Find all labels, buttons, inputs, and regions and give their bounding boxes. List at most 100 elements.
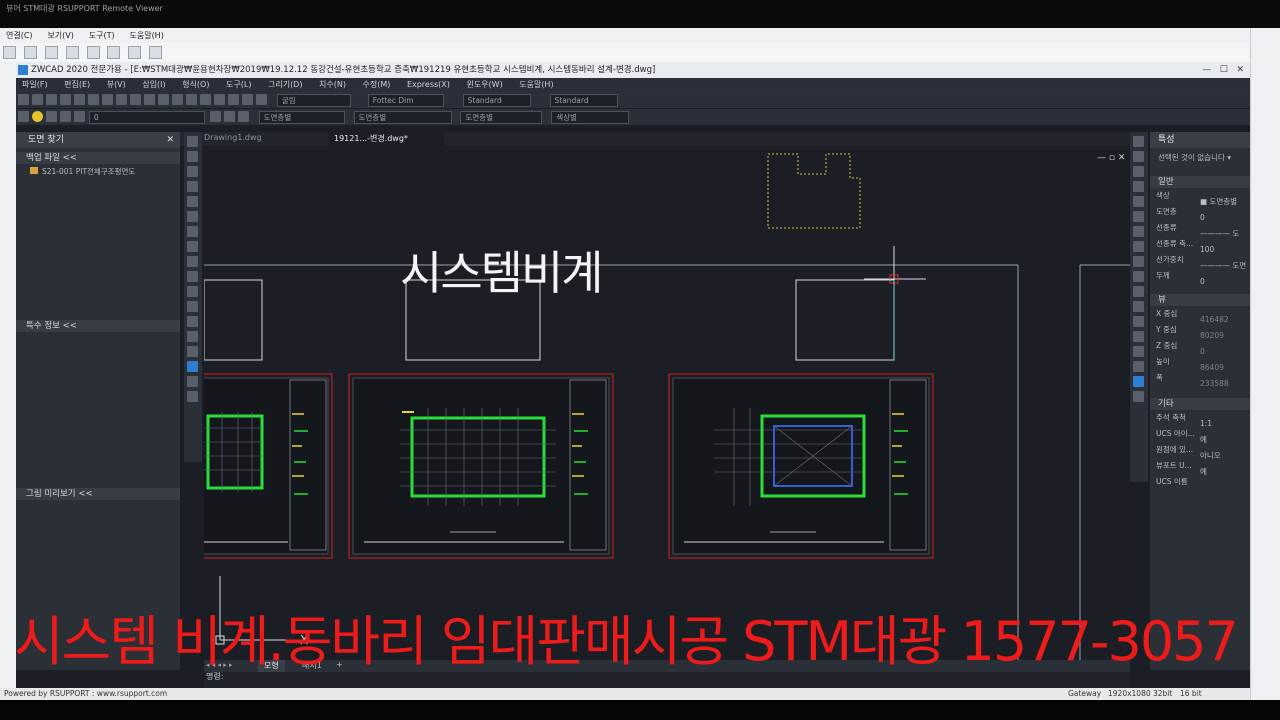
lineweight-combo[interactable]: 도면층별 (460, 111, 543, 124)
dim-style-combo[interactable]: Fottec Dim (367, 94, 444, 107)
prop-row[interactable]: X 중심416482 (1150, 306, 1250, 324)
table-icon[interactable] (187, 376, 198, 387)
design-center-icon[interactable] (228, 94, 239, 105)
settings-icon[interactable] (149, 46, 163, 59)
join-icon[interactable] (1133, 316, 1144, 327)
zoom-prev-icon[interactable] (200, 94, 211, 105)
tab-drawing1[interactable]: Drawing1.dwg (204, 133, 262, 142)
redo-icon[interactable] (144, 94, 155, 105)
extend-icon[interactable] (1133, 286, 1144, 297)
menu-format[interactable]: 형식(O) (182, 78, 209, 92)
prop-row[interactable]: 주석 축척1:1 (1150, 410, 1250, 428)
polyline-icon[interactable] (187, 166, 198, 177)
open-file-icon[interactable] (32, 94, 43, 105)
point-icon[interactable] (187, 331, 198, 342)
backup-files-section[interactable]: 백업 파일 << (16, 152, 180, 164)
capture-icon[interactable] (86, 46, 100, 59)
prop-row[interactable]: 도면층0 (1150, 204, 1250, 222)
chamfer-icon[interactable] (1133, 331, 1144, 342)
layer-freeze-icon[interactable] (46, 111, 57, 122)
preview-section[interactable]: 그림 미리보기 << (16, 488, 180, 500)
match-props-icon[interactable] (116, 94, 127, 105)
circle-icon[interactable] (187, 226, 198, 237)
cut-icon[interactable] (74, 94, 85, 105)
polygon-icon[interactable] (187, 181, 198, 192)
prop-row[interactable]: UCS 이름 (1150, 474, 1250, 490)
pointer-tool-icon[interactable] (3, 46, 16, 59)
arc-icon[interactable] (187, 211, 198, 222)
paste-icon[interactable] (102, 94, 113, 105)
text-style-combo[interactable]: 굴림 (276, 94, 351, 107)
select-tool-icon[interactable] (23, 46, 37, 59)
line-icon[interactable] (187, 136, 198, 147)
xline-icon[interactable] (187, 151, 198, 162)
layer-previous-icon[interactable] (223, 111, 235, 122)
array-icon[interactable] (1133, 196, 1144, 207)
mleader-style-combo[interactable]: Standard (549, 94, 618, 107)
menu-draw[interactable]: 그리기(D) (268, 78, 302, 92)
insert-block-icon[interactable] (187, 301, 198, 312)
revcloud-icon[interactable] (187, 241, 198, 252)
menu-modify[interactable]: 수정(M) (363, 78, 391, 92)
trim-icon[interactable] (1133, 271, 1144, 282)
spline-icon[interactable] (187, 256, 198, 267)
draw-pen-icon[interactable] (44, 46, 58, 59)
stretch-icon[interactable] (1133, 256, 1144, 267)
prop-row[interactable]: 선종류———— 도 (1150, 220, 1250, 238)
menu-connect[interactable]: 연결(C) (0, 28, 39, 43)
make-current-icon[interactable] (209, 111, 221, 122)
prop-row[interactable]: Y 중심80209 (1150, 322, 1250, 340)
view-section[interactable]: 뷰 (1150, 294, 1250, 306)
prop-row[interactable]: Z 중심0 (1150, 338, 1250, 356)
menu-window[interactable]: 윈도우(W) (466, 78, 502, 92)
tree-item[interactable]: S21-001 PIT전체구조평면도 (16, 164, 180, 180)
pan-icon[interactable] (158, 94, 169, 105)
erase-icon[interactable] (1133, 136, 1144, 147)
layer-bulb-icon[interactable] (32, 111, 43, 122)
prop-row[interactable]: 두께0 (1150, 268, 1250, 286)
menu-tools[interactable]: 도구(L) (226, 78, 251, 92)
move-icon[interactable] (1133, 211, 1144, 222)
tool-palette-icon[interactable] (242, 94, 253, 105)
rectangle-icon[interactable] (187, 196, 198, 207)
screen-icon[interactable] (128, 46, 142, 59)
layer-combo[interactable]: 0 (88, 111, 205, 124)
ellipse-arc-icon[interactable] (187, 286, 198, 297)
print-icon[interactable] (107, 46, 121, 59)
mirror-icon[interactable] (1133, 166, 1144, 177)
print-icon[interactable] (60, 94, 71, 105)
layer-states-icon[interactable] (237, 111, 249, 122)
scale-icon[interactable] (1133, 241, 1144, 252)
plotstyle-combo[interactable]: 색상별 (551, 111, 630, 124)
menu-help[interactable]: 도움말(H) (519, 78, 553, 92)
rotate-icon[interactable] (1133, 226, 1144, 237)
layer-color-icon[interactable] (74, 111, 85, 122)
tab-active-drawing[interactable]: 19121...-변경.dwg* (328, 132, 444, 146)
save-icon[interactable] (46, 94, 57, 105)
copy-icon[interactable] (88, 94, 99, 105)
menu-view[interactable]: 보기(V) (41, 28, 79, 43)
linetype-combo[interactable]: 도면층별 (353, 111, 452, 124)
new-file-icon[interactable] (18, 94, 29, 105)
layer-manager-icon[interactable] (18, 111, 29, 122)
special-info-section[interactable]: 특수 정보 << (16, 320, 180, 332)
prop-row[interactable]: 원점에 있...아니오 (1150, 442, 1250, 460)
close-panel-icon[interactable]: ✕ (166, 132, 174, 148)
prop-row[interactable]: 높이86409 (1150, 354, 1250, 372)
calculator-icon[interactable] (256, 94, 267, 105)
command-line[interactable]: 명령: (204, 672, 1130, 688)
ellipse-icon[interactable] (187, 271, 198, 282)
menu-edit[interactable]: 편집(E) (64, 78, 90, 92)
prop-row[interactable]: 폭233588 (1150, 370, 1250, 388)
undo-icon[interactable] (130, 94, 141, 105)
general-section[interactable]: 일반 (1150, 176, 1250, 188)
prop-row[interactable]: 색상■ 도면층별 (1150, 188, 1250, 206)
make-block-icon[interactable] (187, 316, 198, 327)
offset-icon[interactable] (1133, 181, 1144, 192)
explode-icon[interactable] (1133, 361, 1144, 372)
layer-lock-icon[interactable] (60, 111, 71, 122)
menu-file[interactable]: 파일(F) (22, 78, 48, 92)
zoom-icon[interactable] (172, 94, 183, 105)
window-controls[interactable]: — ☐ ✕ (1202, 62, 1244, 78)
selection-dropdown[interactable]: 선택된 것이 없습니다 ▾ (1150, 150, 1250, 166)
